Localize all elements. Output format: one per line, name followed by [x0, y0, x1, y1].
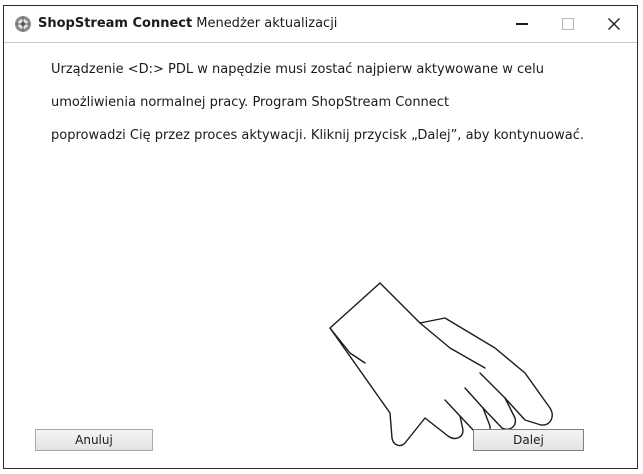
message-line: umożliwienia normalnej pracy. Program Sh… — [51, 95, 450, 110]
maximize-button[interactable] — [545, 6, 591, 42]
close-button[interactable] — [591, 6, 637, 42]
message-line: Urządzenie <D:> PDL w napędzie musi zost… — [51, 62, 544, 77]
window-title: ShopStream Connect Menedżer aktualizacji — [38, 16, 337, 31]
app-name: ShopStream Connect — [38, 16, 193, 31]
close-icon — [608, 18, 620, 30]
app-icon — [15, 16, 31, 32]
activation-message: Urządzenie <D:> PDL w napędzie musi zost… — [51, 53, 621, 152]
window-title-text: Menedżer aktualizacji — [196, 16, 338, 31]
minimize-icon — [516, 23, 528, 25]
next-button[interactable]: Dalej — [473, 429, 584, 451]
minimize-button[interactable] — [499, 6, 545, 42]
cancel-button[interactable]: Anuluj — [35, 429, 153, 451]
title-bar: ShopStream Connect Menedżer aktualizacji — [4, 6, 637, 43]
maximize-icon — [562, 18, 574, 30]
message-line: poprowadzi Cię przez proces aktywacji. K… — [51, 128, 584, 143]
